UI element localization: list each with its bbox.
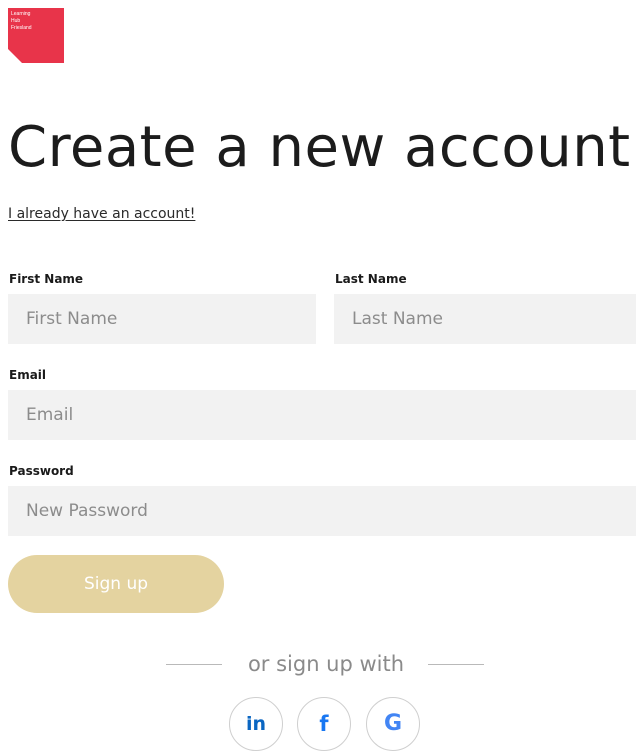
- linkedin-signup-button[interactable]: in: [229, 697, 283, 751]
- password-label: Password: [9, 464, 74, 478]
- login-link[interactable]: I already have an account!: [8, 206, 195, 222]
- logo[interactable]: Learning Hub Friesland: [8, 8, 64, 63]
- social-divider-text: or sign up with: [247, 652, 405, 676]
- google-icon: G: [383, 711, 403, 736]
- divider-line-left: [166, 664, 222, 665]
- linkedin-icon: in: [245, 712, 267, 735]
- logo-text-line: Friesland: [11, 25, 32, 31]
- first-name-label: First Name: [9, 272, 84, 286]
- facebook-icon: f: [319, 711, 329, 736]
- email-field[interactable]: [8, 390, 636, 440]
- last-name-field[interactable]: [334, 294, 636, 344]
- facebook-signup-button[interactable]: f: [297, 697, 351, 751]
- password-field[interactable]: [8, 486, 636, 536]
- last-name-label: Last Name: [335, 272, 407, 286]
- divider-line-right: [428, 664, 484, 665]
- logo-text-line: Hub: [11, 18, 21, 24]
- page-title: Create a new account: [8, 115, 631, 180]
- email-label: Email: [9, 368, 47, 382]
- first-name-field[interactable]: [8, 294, 316, 344]
- google-signup-button[interactable]: G: [366, 697, 420, 751]
- sign-up-button[interactable]: Sign up: [8, 555, 224, 613]
- logo-text-line: Learning: [11, 11, 31, 17]
